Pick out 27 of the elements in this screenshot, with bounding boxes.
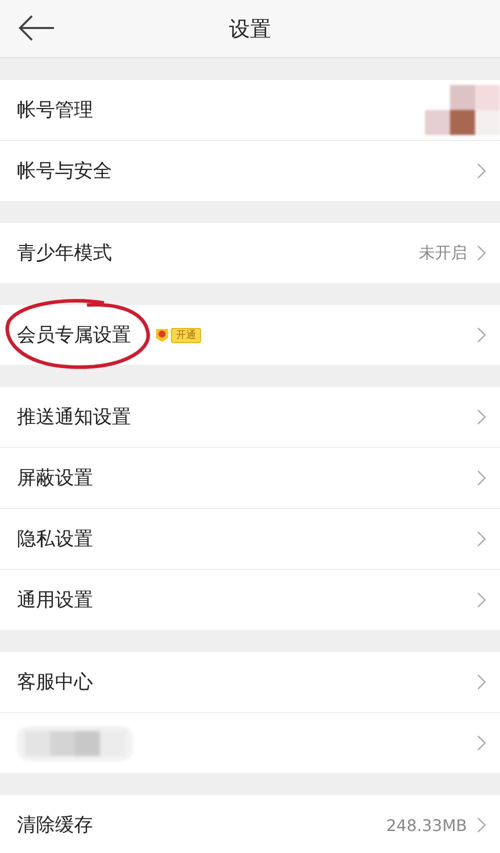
row-label: 帐号管理 [17, 98, 93, 123]
blurred-avatar[interactable] [425, 85, 500, 135]
row-label: 通用设置 [17, 588, 93, 613]
back-icon[interactable] [18, 14, 56, 42]
settings-row[interactable]: 帐号与安全 [0, 141, 500, 201]
row-label: 客服中心 [17, 670, 93, 695]
settings-row[interactable]: 会员专属设置 开通 [0, 305, 500, 365]
row-label: 青少年模式 [17, 241, 112, 266]
chevron-icon [477, 327, 486, 343]
settings-row[interactable]: 隐私设置 [0, 509, 500, 570]
settings-row[interactable]: 推送通知设置 [0, 387, 500, 448]
row-label: 清除缓存 [17, 813, 93, 838]
settings-row[interactable]: 帐号管理 [0, 80, 500, 141]
row-value: 未开启 [419, 242, 467, 264]
row-label: 屏蔽设置 [17, 466, 93, 491]
row-label: 隐私设置 [17, 527, 93, 552]
row-label: 会员专属设置 [17, 323, 131, 348]
settings-row[interactable]: 屏蔽设置 [0, 448, 500, 509]
settings-row[interactable]: 通用设置 [0, 570, 500, 630]
row-label: 推送通知设置 [17, 405, 131, 430]
page-title: 设置 [229, 16, 271, 42]
chevron-icon [477, 163, 486, 179]
row-value: 248.33MB [386, 816, 467, 834]
row-label: 帐号与安全 [17, 159, 112, 184]
settings-row[interactable]: 青少年模式 未开启 [0, 223, 500, 283]
settings-row[interactable]: 清除缓存 248.33MB [0, 795, 500, 853]
chevron-icon [477, 245, 486, 261]
